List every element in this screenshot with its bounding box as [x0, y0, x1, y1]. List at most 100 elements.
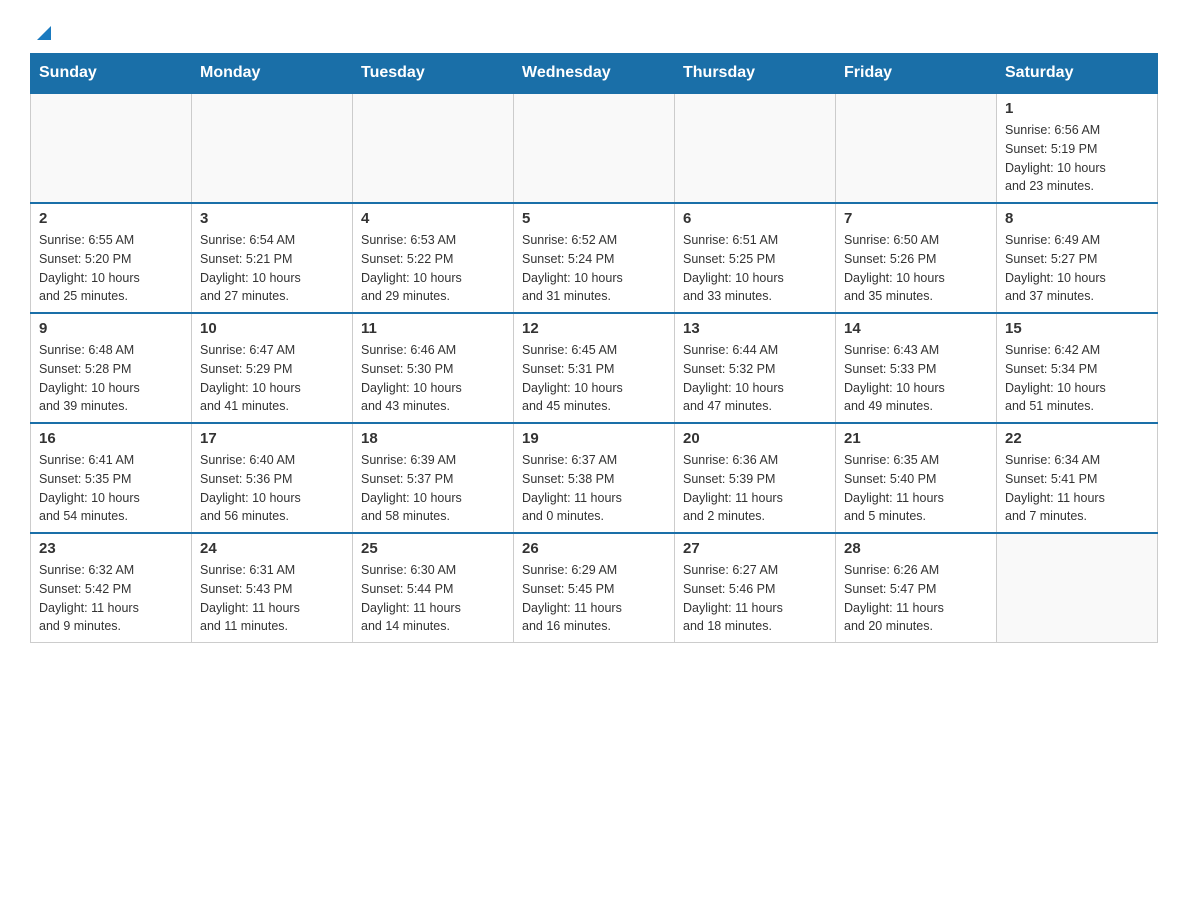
calendar-cell: 8 Sunrise: 6:49 AM Sunset: 5:27 PM Daylig… — [997, 203, 1158, 313]
day-number: 8 — [1005, 210, 1149, 227]
day-info: Sunrise: 6:30 AM Sunset: 5:44 PM Dayligh… — [361, 561, 505, 636]
col-header-sunday: Sunday — [31, 54, 192, 94]
calendar-cell — [192, 93, 353, 203]
day-number: 17 — [200, 430, 344, 447]
calendar-cell — [31, 93, 192, 203]
calendar-cell: 1 Sunrise: 6:56 AM Sunset: 5:19 PM Daylig… — [997, 93, 1158, 203]
day-number: 27 — [683, 540, 827, 557]
day-number: 11 — [361, 320, 505, 337]
calendar-cell: 15 Sunrise: 6:42 AM Sunset: 5:34 PM Dayli… — [997, 313, 1158, 423]
calendar-cell: 18 Sunrise: 6:39 AM Sunset: 5:37 PM Dayli… — [353, 423, 514, 533]
day-info: Sunrise: 6:35 AM Sunset: 5:40 PM Dayligh… — [844, 451, 988, 526]
day-info: Sunrise: 6:34 AM Sunset: 5:41 PM Dayligh… — [1005, 451, 1149, 526]
day-info: Sunrise: 6:43 AM Sunset: 5:33 PM Dayligh… — [844, 341, 988, 416]
day-info: Sunrise: 6:37 AM Sunset: 5:38 PM Dayligh… — [522, 451, 666, 526]
day-info: Sunrise: 6:50 AM Sunset: 5:26 PM Dayligh… — [844, 231, 988, 306]
calendar-cell: 13 Sunrise: 6:44 AM Sunset: 5:32 PM Dayli… — [675, 313, 836, 423]
day-number: 14 — [844, 320, 988, 337]
day-number: 25 — [361, 540, 505, 557]
calendar-cell: 21 Sunrise: 6:35 AM Sunset: 5:40 PM Dayli… — [836, 423, 997, 533]
calendar-cell: 7Sunrise: 6:50 AM Sunset: 5:26 PM Daylig… — [836, 203, 997, 313]
calendar-cell: 20 Sunrise: 6:36 AM Sunset: 5:39 PM Dayli… — [675, 423, 836, 533]
calendar-cell: 28 Sunrise: 6:26 AM Sunset: 5:47 PM Dayli… — [836, 533, 997, 643]
day-info: Sunrise: 6:56 AM Sunset: 5:19 PM Dayligh… — [1005, 121, 1149, 196]
col-header-tuesday: Tuesday — [353, 54, 514, 94]
calendar-cell: 5Sunrise: 6:52 AM Sunset: 5:24 PM Daylig… — [514, 203, 675, 313]
calendar-cell: 23 Sunrise: 6:32 AM Sunset: 5:42 PM Dayli… — [31, 533, 192, 643]
day-info: Sunrise: 6:46 AM Sunset: 5:30 PM Dayligh… — [361, 341, 505, 416]
day-info: Sunrise: 6:32 AM Sunset: 5:42 PM Dayligh… — [39, 561, 183, 636]
logo-triangle-icon — [33, 22, 55, 49]
calendar-cell — [997, 533, 1158, 643]
calendar-cell: 27 Sunrise: 6:27 AM Sunset: 5:46 PM Dayli… — [675, 533, 836, 643]
col-header-friday: Friday — [836, 54, 997, 94]
day-number: 4 — [361, 210, 505, 227]
day-number: 26 — [522, 540, 666, 557]
day-number: 1 — [1005, 100, 1149, 117]
day-info: Sunrise: 6:53 AM Sunset: 5:22 PM Dayligh… — [361, 231, 505, 306]
calendar-cell: 11 Sunrise: 6:46 AM Sunset: 5:30 PM Dayli… — [353, 313, 514, 423]
week-row-2: 2 Sunrise: 6:55 AM Sunset: 5:20 PM Daylig… — [31, 203, 1158, 313]
day-number: 3 — [200, 210, 344, 227]
calendar-cell — [514, 93, 675, 203]
day-number: 16 — [39, 430, 183, 447]
day-info: Sunrise: 6:39 AM Sunset: 5:37 PM Dayligh… — [361, 451, 505, 526]
day-info: Sunrise: 6:26 AM Sunset: 5:47 PM Dayligh… — [844, 561, 988, 636]
day-number: 2 — [39, 210, 183, 227]
day-number: 15 — [1005, 320, 1149, 337]
day-info: Sunrise: 6:44 AM Sunset: 5:32 PM Dayligh… — [683, 341, 827, 416]
day-info: Sunrise: 6:48 AM Sunset: 5:28 PM Dayligh… — [39, 341, 183, 416]
day-number: 5 — [522, 210, 666, 227]
day-number: 6 — [683, 210, 827, 227]
calendar-cell: 24 Sunrise: 6:31 AM Sunset: 5:43 PM Dayli… — [192, 533, 353, 643]
calendar-cell: 3Sunrise: 6:54 AM Sunset: 5:21 PM Daylig… — [192, 203, 353, 313]
calendar-header-row: SundayMondayTuesdayWednesdayThursdayFrid… — [31, 54, 1158, 94]
col-header-thursday: Thursday — [675, 54, 836, 94]
calendar-cell: 12 Sunrise: 6:45 AM Sunset: 5:31 PM Dayli… — [514, 313, 675, 423]
day-number: 12 — [522, 320, 666, 337]
calendar-cell: 22 Sunrise: 6:34 AM Sunset: 5:41 PM Dayli… — [997, 423, 1158, 533]
day-number: 19 — [522, 430, 666, 447]
day-info: Sunrise: 6:40 AM Sunset: 5:36 PM Dayligh… — [200, 451, 344, 526]
day-number: 10 — [200, 320, 344, 337]
week-row-4: 16 Sunrise: 6:41 AM Sunset: 5:35 PM Dayli… — [31, 423, 1158, 533]
calendar-cell — [675, 93, 836, 203]
calendar-table: SundayMondayTuesdayWednesdayThursdayFrid… — [30, 53, 1158, 643]
page-header — [30, 20, 1158, 43]
day-number: 22 — [1005, 430, 1149, 447]
calendar-cell: 19 Sunrise: 6:37 AM Sunset: 5:38 PM Dayli… — [514, 423, 675, 533]
day-info: Sunrise: 6:41 AM Sunset: 5:35 PM Dayligh… — [39, 451, 183, 526]
calendar-cell: 9 Sunrise: 6:48 AM Sunset: 5:28 PM Daylig… — [31, 313, 192, 423]
calendar-cell: 25 Sunrise: 6:30 AM Sunset: 5:44 PM Dayli… — [353, 533, 514, 643]
day-info: Sunrise: 6:42 AM Sunset: 5:34 PM Dayligh… — [1005, 341, 1149, 416]
col-header-monday: Monday — [192, 54, 353, 94]
day-info: Sunrise: 6:36 AM Sunset: 5:39 PM Dayligh… — [683, 451, 827, 526]
day-number: 23 — [39, 540, 183, 557]
day-info: Sunrise: 6:45 AM Sunset: 5:31 PM Dayligh… — [522, 341, 666, 416]
day-info: Sunrise: 6:29 AM Sunset: 5:45 PM Dayligh… — [522, 561, 666, 636]
day-number: 18 — [361, 430, 505, 447]
col-header-wednesday: Wednesday — [514, 54, 675, 94]
day-info: Sunrise: 6:55 AM Sunset: 5:20 PM Dayligh… — [39, 231, 183, 306]
calendar-cell — [353, 93, 514, 203]
day-info: Sunrise: 6:49 AM Sunset: 5:27 PM Dayligh… — [1005, 231, 1149, 306]
calendar-cell: 16 Sunrise: 6:41 AM Sunset: 5:35 PM Dayli… — [31, 423, 192, 533]
day-number: 13 — [683, 320, 827, 337]
day-number: 28 — [844, 540, 988, 557]
calendar-cell: 26 Sunrise: 6:29 AM Sunset: 5:45 PM Dayli… — [514, 533, 675, 643]
calendar-cell: 14 Sunrise: 6:43 AM Sunset: 5:33 PM Dayli… — [836, 313, 997, 423]
week-row-3: 9 Sunrise: 6:48 AM Sunset: 5:28 PM Daylig… — [31, 313, 1158, 423]
day-number: 20 — [683, 430, 827, 447]
week-row-5: 23 Sunrise: 6:32 AM Sunset: 5:42 PM Dayli… — [31, 533, 1158, 643]
day-info: Sunrise: 6:27 AM Sunset: 5:46 PM Dayligh… — [683, 561, 827, 636]
calendar-cell: 17 Sunrise: 6:40 AM Sunset: 5:36 PM Dayli… — [192, 423, 353, 533]
day-number: 9 — [39, 320, 183, 337]
week-row-1: 1 Sunrise: 6:56 AM Sunset: 5:19 PM Daylig… — [31, 93, 1158, 203]
day-info: Sunrise: 6:31 AM Sunset: 5:43 PM Dayligh… — [200, 561, 344, 636]
calendar-cell: 10 Sunrise: 6:47 AM Sunset: 5:29 PM Dayli… — [192, 313, 353, 423]
day-number: 21 — [844, 430, 988, 447]
calendar-cell: 4 Sunrise: 6:53 AM Sunset: 5:22 PM Daylig… — [353, 203, 514, 313]
calendar-cell: 2 Sunrise: 6:55 AM Sunset: 5:20 PM Daylig… — [31, 203, 192, 313]
day-number: 24 — [200, 540, 344, 557]
day-info: Sunrise: 6:47 AM Sunset: 5:29 PM Dayligh… — [200, 341, 344, 416]
